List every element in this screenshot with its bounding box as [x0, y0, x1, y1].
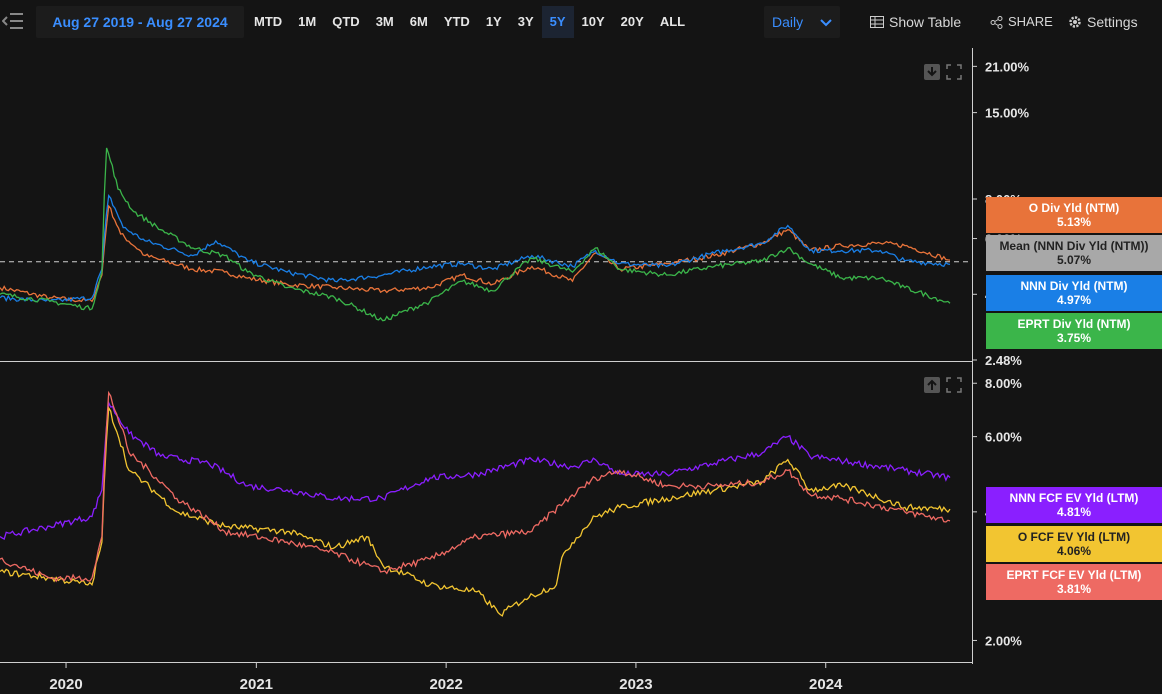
- y-tick-label: 2.48%: [985, 353, 1022, 368]
- value-tag-value: 3.81%: [1056, 582, 1092, 596]
- value-tag-eprt: EPRT Div Yld (NTM) 3.75%: [986, 313, 1162, 349]
- x-tick-label: 2023: [619, 676, 652, 693]
- value-tag-name: NNN Div Yld (NTM): [1020, 279, 1128, 293]
- x-tick-label: 2022: [429, 676, 462, 693]
- x-tick-label: 2024: [809, 676, 843, 693]
- y-tick-label: 15.00%: [985, 106, 1030, 121]
- value-tag-mean: Mean (NNN Div Yld (NTM)) 5.07%: [986, 235, 1162, 271]
- series-line-o_fcf: [0, 406, 951, 617]
- value-tag-name: Mean (NNN Div Yld (NTM)): [999, 239, 1149, 253]
- y-tick-label: 6.00%: [985, 430, 1022, 445]
- series-line-eprt_fcf: [0, 390, 951, 583]
- x-tick-label: 2021: [240, 676, 273, 693]
- value-tag-name: NNN FCF EV Yld (LTM): [1009, 491, 1139, 505]
- value-tag-value: 5.13%: [1056, 215, 1092, 229]
- value-tag-value: 4.81%: [1056, 505, 1092, 519]
- x-tick-label: 2020: [49, 676, 82, 693]
- value-tag-value: 3.75%: [1056, 331, 1092, 345]
- value-tag-value: 4.97%: [1056, 293, 1092, 307]
- value-tag-name: O Div Yld (NTM): [1028, 201, 1120, 215]
- y-tick-label: 2.00%: [985, 633, 1022, 648]
- series-line-nnn_fcf: [0, 400, 951, 540]
- y-tick-label: 21.00%: [985, 59, 1030, 74]
- series-line-o: [0, 204, 951, 303]
- value-tag-o-fcf: O FCF EV Yld (LTM) 4.06%: [986, 526, 1162, 562]
- value-tag-nnn-fcf: NNN FCF EV Yld (LTM) 4.81%: [986, 487, 1162, 523]
- y-tick-label: 8.00%: [985, 376, 1022, 391]
- value-tag-o: O Div Yld (NTM) 5.13%: [986, 197, 1162, 233]
- value-tag-nnn: NNN Div Yld (NTM) 4.97%: [986, 275, 1162, 311]
- series-line-eprt: [0, 147, 951, 322]
- value-tag-name: EPRT FCF EV Yld (LTM): [1006, 568, 1142, 582]
- value-tag-name: EPRT Div Yld (NTM): [1017, 317, 1131, 331]
- value-tag-eprt-fcf: EPRT FCF EV Yld (LTM) 3.81%: [986, 564, 1162, 600]
- value-tag-name: O FCF EV Yld (LTM): [1017, 530, 1131, 544]
- value-tag-value: 5.07%: [1056, 253, 1092, 267]
- value-tag-value: 4.06%: [1056, 544, 1092, 558]
